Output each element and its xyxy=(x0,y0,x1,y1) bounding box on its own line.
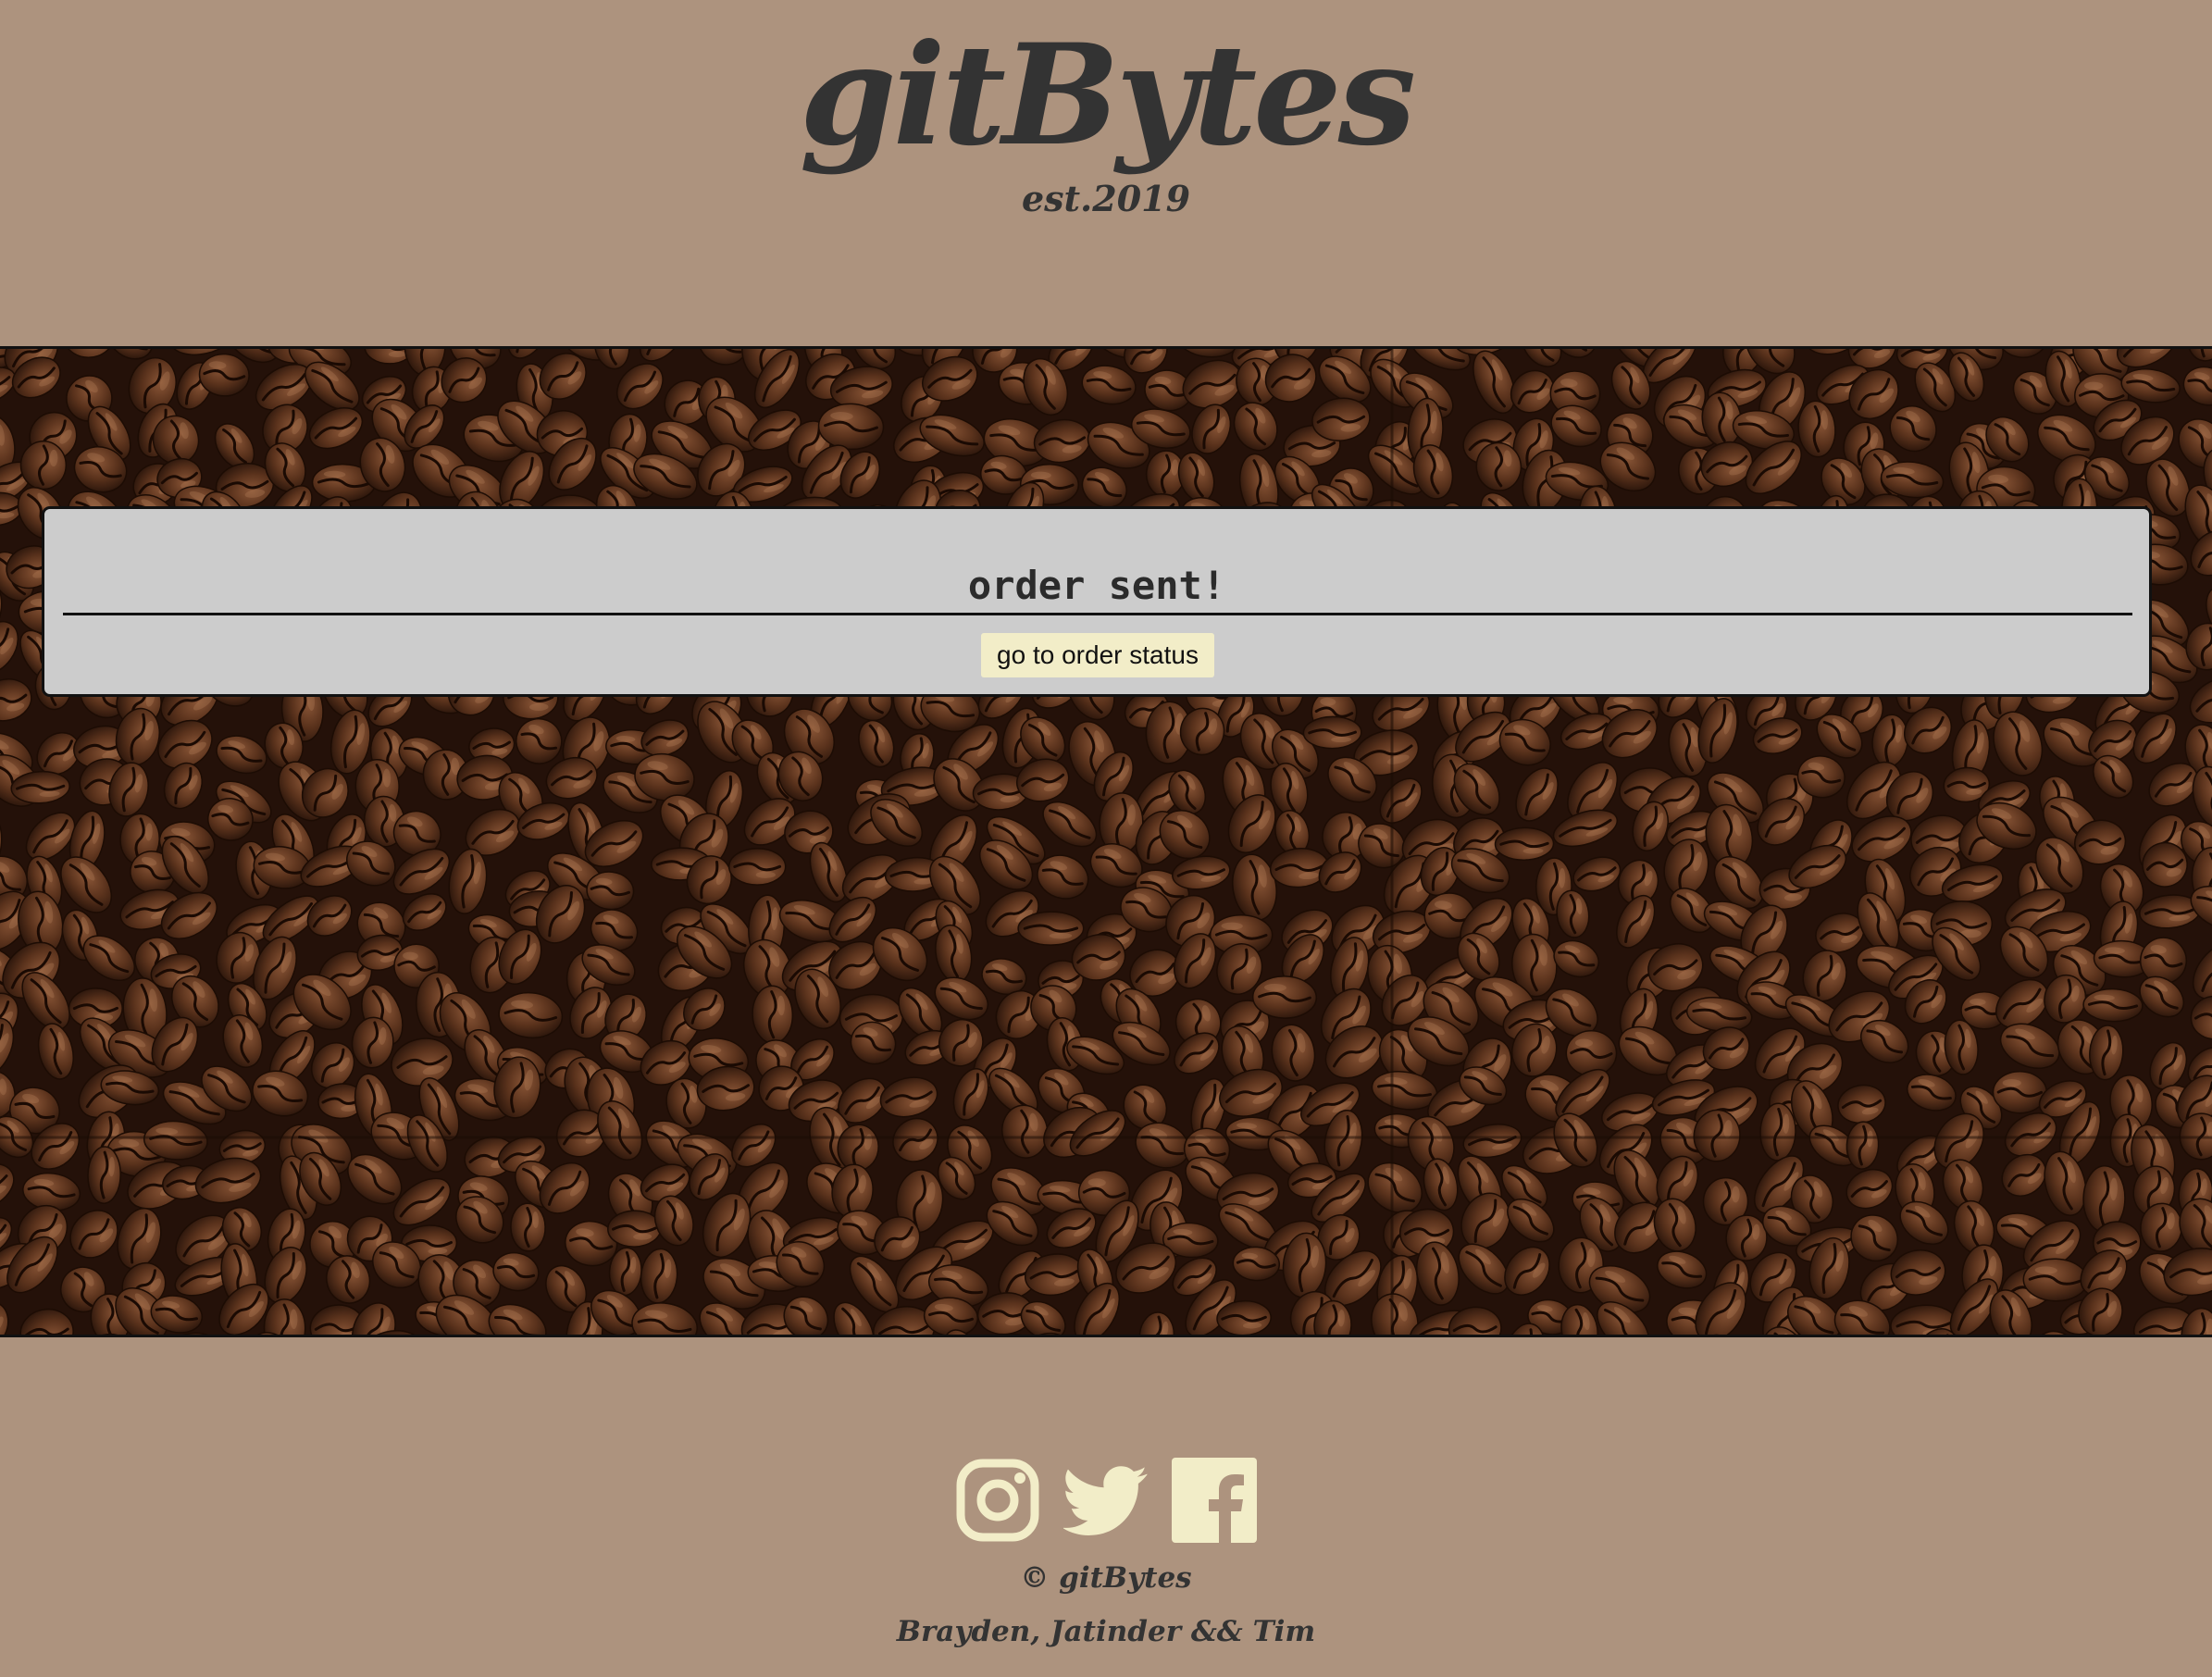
site-footer: © gitBytes Brayden, Jatinder && Tim xyxy=(0,1337,2212,1677)
coffee-bean xyxy=(1992,1070,2048,1114)
coffee-beans-banner xyxy=(0,346,2212,1337)
instagram-link[interactable] xyxy=(955,1458,1040,1543)
coffee-bean xyxy=(1565,1029,1618,1077)
established-text: est.2019 xyxy=(1021,178,1191,219)
authors-text: Brayden, Jatinder && Tim xyxy=(896,1615,1316,1648)
order-confirmation-panel: order sent! go to order status xyxy=(42,506,2152,697)
coffee-bean xyxy=(1494,826,1555,861)
site-logo: gitBytes xyxy=(799,14,1416,177)
coffee-bean xyxy=(1017,911,1085,946)
twitter-link[interactable] xyxy=(1063,1458,1149,1543)
coffee-bean xyxy=(1302,715,1362,750)
social-links xyxy=(0,1458,2212,1543)
instagram-icon xyxy=(956,1459,1039,1542)
coffee-bean xyxy=(1251,975,1318,1019)
coffee-bean xyxy=(727,847,787,886)
facebook-icon xyxy=(1172,1458,1257,1543)
divider xyxy=(63,613,2132,615)
order-sent-heading: order sent! xyxy=(967,563,1226,608)
coffee-beans-background xyxy=(0,349,2212,1335)
site-header: gitBytes est.2019 xyxy=(0,0,2212,346)
copyright-text: © gitBytes xyxy=(1020,1561,1192,1595)
coffee-bean xyxy=(607,1210,662,1248)
coffee-bean xyxy=(87,1146,121,1204)
coffee-bean xyxy=(19,440,68,491)
order-status-button[interactable]: go to order status xyxy=(981,633,1214,677)
twitter-icon xyxy=(1063,1466,1148,1535)
facebook-link[interactable] xyxy=(1172,1458,1257,1543)
coffee-bean xyxy=(510,1202,546,1252)
